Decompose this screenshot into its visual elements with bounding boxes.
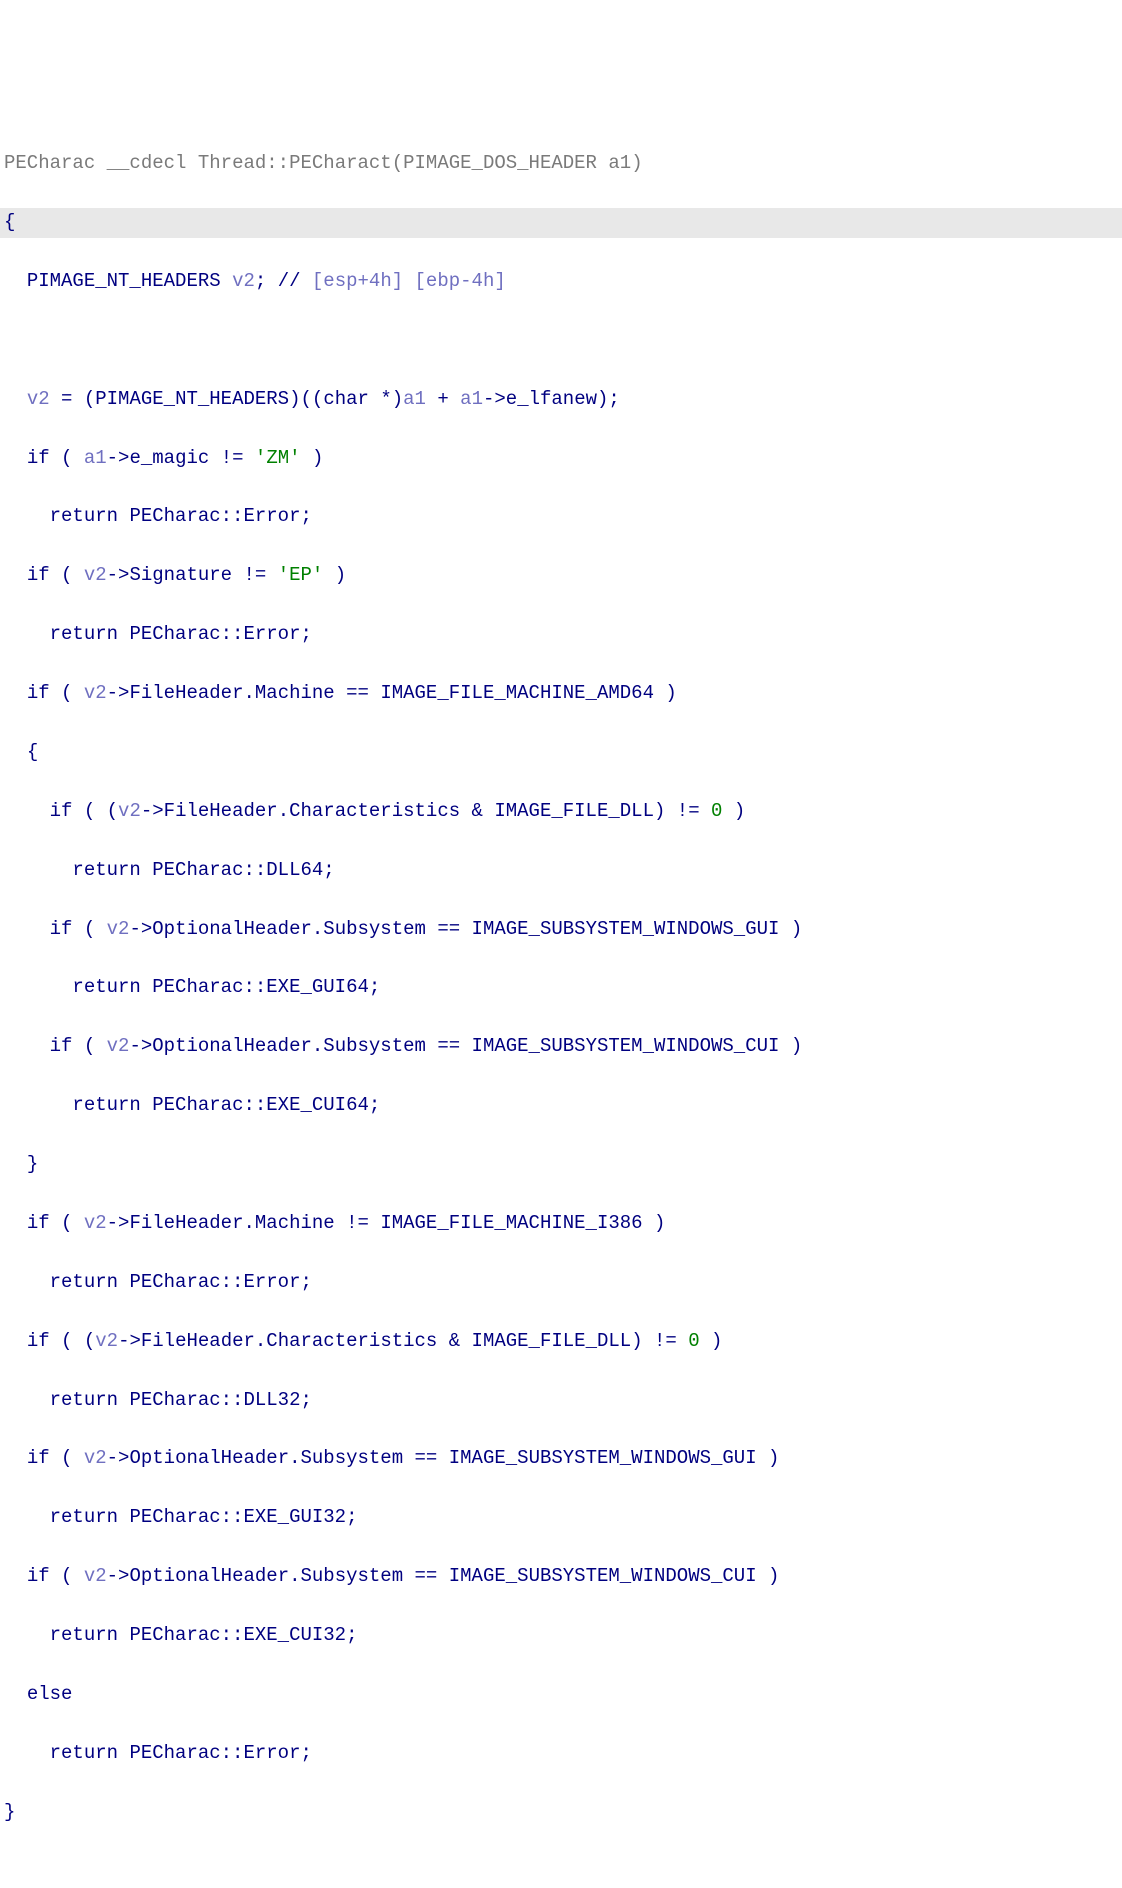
function-name: PECharact (289, 152, 392, 174)
code-line[interactable]: return PECharac::EXE_GUI32; (0, 1503, 1122, 1532)
stack-annotation: [esp+4h] (312, 270, 403, 292)
decompiler-code-view: PECharac __cdecl Thread::PECharact(PIMAG… (0, 118, 1122, 1857)
code-line[interactable]: PECharac __cdecl Thread::PECharact(PIMAG… (0, 149, 1122, 178)
stack-annotation: [ebp-4h] (415, 270, 506, 292)
code-line[interactable]: return PECharac::EXE_GUI64; (0, 973, 1122, 1002)
code-line[interactable]: return PECharac::Error; (0, 1268, 1122, 1297)
code-line[interactable]: if ( v2->FileHeader.Machine != IMAGE_FIL… (0, 1209, 1122, 1238)
return-type: PECharac (4, 152, 95, 174)
class-name: Thread (198, 152, 266, 174)
arg-type: PIMAGE_DOS_HEADER (403, 152, 597, 174)
code-line[interactable]: if ( a1->e_magic != 'ZM' ) (0, 444, 1122, 473)
brace-open: { (4, 211, 15, 233)
code-line[interactable]: else (0, 1680, 1122, 1709)
code-line[interactable]: PIMAGE_NT_HEADERS v2; // [esp+4h] [ebp-4… (0, 267, 1122, 296)
code-line[interactable]: { (0, 208, 1122, 237)
code-line[interactable]: return PECharac::Error; (0, 502, 1122, 531)
code-line (0, 326, 1122, 355)
code-line[interactable]: } (0, 1798, 1122, 1827)
code-line[interactable]: if ( (v2->FileHeader.Characteristics & I… (0, 797, 1122, 826)
code-line[interactable]: if ( (v2->FileHeader.Characteristics & I… (0, 1327, 1122, 1356)
code-line[interactable]: return PECharac::Error; (0, 620, 1122, 649)
code-line[interactable]: if ( v2->OptionalHeader.Subsystem == IMA… (0, 1444, 1122, 1473)
arg-name: a1 (608, 152, 631, 174)
code-line[interactable]: if ( v2->OptionalHeader.Subsystem == IMA… (0, 1032, 1122, 1061)
code-line[interactable]: { (0, 738, 1122, 767)
code-line[interactable]: if ( v2->Signature != 'EP' ) (0, 561, 1122, 590)
code-line[interactable]: if ( v2->FileHeader.Machine == IMAGE_FIL… (0, 679, 1122, 708)
code-line[interactable]: if ( v2->OptionalHeader.Subsystem == IMA… (0, 1562, 1122, 1591)
code-line[interactable]: v2 = (PIMAGE_NT_HEADERS)((char *)a1 + a1… (0, 385, 1122, 414)
brace-close: } (4, 1801, 15, 1823)
calling-convention: __cdecl (107, 152, 187, 174)
code-line[interactable]: return PECharac::Error; (0, 1739, 1122, 1768)
code-line[interactable]: } (0, 1150, 1122, 1179)
code-line[interactable]: return PECharac::EXE_CUI32; (0, 1621, 1122, 1650)
code-line[interactable]: return PECharac::DLL32; (0, 1386, 1122, 1415)
code-line[interactable]: return PECharac::EXE_CUI64; (0, 1091, 1122, 1120)
code-line[interactable]: return PECharac::DLL64; (0, 856, 1122, 885)
type-name: PIMAGE_NT_HEADERS (27, 270, 221, 292)
variable: v2 (232, 270, 255, 292)
comment-slashes: // (278, 270, 301, 292)
code-line[interactable]: if ( v2->OptionalHeader.Subsystem == IMA… (0, 915, 1122, 944)
